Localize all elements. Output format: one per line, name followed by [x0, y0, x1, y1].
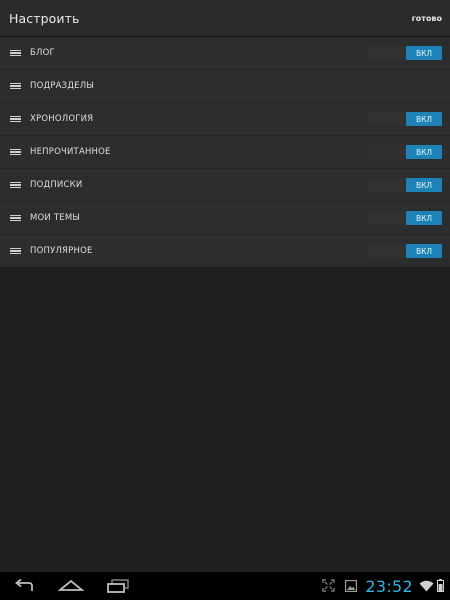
section-toggle[interactable]: ВКЛ	[368, 244, 442, 258]
toggle-on-label: ВКЛ	[406, 145, 442, 159]
section-row-popular[interactable]: ПОПУЛЯРНОЕ ВКЛ	[0, 235, 450, 268]
section-label: ХРОНОЛОГИЯ	[30, 114, 94, 124]
section-toggle[interactable]: ВКЛ	[368, 145, 442, 159]
drag-handle-icon[interactable]	[10, 148, 21, 156]
drag-handle-icon[interactable]	[10, 82, 21, 90]
toggle-on-label: ВКЛ	[406, 178, 442, 192]
wifi-icon	[419, 577, 434, 596]
section-row-blog[interactable]: БЛОГ ВКЛ	[0, 37, 450, 70]
section-toggle[interactable]: ВКЛ	[368, 112, 442, 126]
section-row-timeline[interactable]: ХРОНОЛОГИЯ ВКЛ	[0, 103, 450, 136]
home-icon[interactable]	[57, 578, 85, 598]
drag-handle-icon[interactable]	[10, 181, 21, 189]
section-toggle[interactable]: ВКЛ	[368, 178, 442, 192]
customize-screen: Настроить готово БЛОГ ВКЛ ПОДРАЗДЕЛЫ ХРО…	[0, 0, 450, 600]
section-label: НЕПРОЧИТАННОЕ	[30, 147, 111, 157]
action-bar: Настроить готово	[0, 0, 450, 37]
system-nav-bar: 23:52	[0, 572, 450, 600]
gallery-icon	[345, 577, 358, 596]
section-row-unread[interactable]: НЕПРОЧИТАННОЕ ВКЛ	[0, 136, 450, 169]
expand-icon	[322, 577, 335, 596]
recent-apps-icon[interactable]	[106, 578, 130, 598]
back-icon[interactable]	[12, 578, 36, 598]
status-area: 23:52	[316, 572, 444, 600]
drag-handle-icon[interactable]	[10, 115, 21, 123]
toggle-on-label: ВКЛ	[406, 112, 442, 126]
section-toggle[interactable]: ВКЛ	[368, 46, 442, 60]
status-clock: 23:52	[365, 576, 413, 596]
sections-list: БЛОГ ВКЛ ПОДРАЗДЕЛЫ ХРОНОЛОГИЯ ВКЛ НЕПРО…	[0, 37, 450, 268]
page-title: Настроить	[9, 10, 80, 26]
section-row-subsections[interactable]: ПОДРАЗДЕЛЫ	[0, 70, 450, 103]
done-button[interactable]: готово	[410, 10, 444, 27]
section-toggle[interactable]: ВКЛ	[368, 211, 442, 225]
battery-icon	[437, 577, 444, 596]
drag-handle-icon[interactable]	[10, 247, 21, 255]
drag-handle-icon[interactable]	[10, 49, 21, 57]
toggle-on-label: ВКЛ	[406, 46, 442, 60]
section-row-my-topics[interactable]: МОИ ТЕМЫ ВКЛ	[0, 202, 450, 235]
section-label: МОИ ТЕМЫ	[30, 213, 81, 223]
toggle-on-label: ВКЛ	[406, 211, 442, 225]
section-label: ПОДПИСКИ	[30, 180, 83, 190]
drag-handle-icon[interactable]	[10, 214, 21, 222]
toggle-on-label: ВКЛ	[406, 244, 442, 258]
section-label: ПОДРАЗДЕЛЫ	[30, 81, 95, 91]
section-row-subscriptions[interactable]: ПОДПИСКИ ВКЛ	[0, 169, 450, 202]
section-label: БЛОГ	[30, 48, 55, 58]
section-label: ПОПУЛЯРНОЕ	[30, 246, 93, 256]
